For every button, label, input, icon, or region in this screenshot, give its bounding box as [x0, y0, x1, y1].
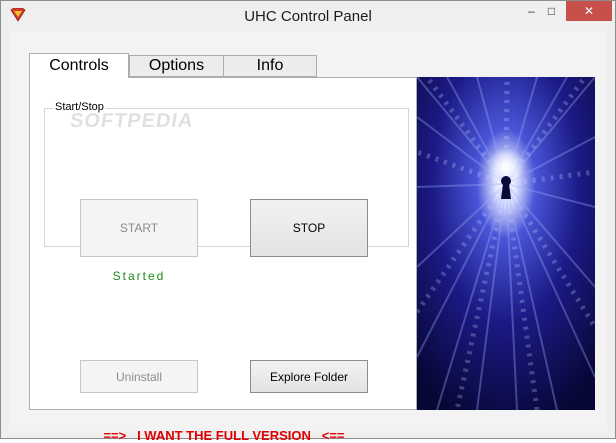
- binary-tunnel-banner: [417, 77, 595, 410]
- client-area: Controls Options Info Start/Stop START S…: [9, 31, 607, 443]
- uninstall-button[interactable]: Uninstall: [80, 360, 198, 393]
- app-window: UHC Control Panel – □ ✕ Controls Options…: [0, 0, 616, 443]
- close-button[interactable]: ✕: [566, 1, 612, 21]
- full-version-link[interactable]: ==> I WANT THE FULL VERSION <==: [30, 428, 418, 443]
- controls-panel: Start/Stop START STOP Started Uninstall …: [29, 77, 417, 443]
- status-text: Started: [112, 269, 166, 283]
- title-bar[interactable]: UHC Control Panel – □ ✕: [1, 1, 615, 31]
- tab-controls[interactable]: Controls: [29, 53, 129, 78]
- tab-info[interactable]: Info: [223, 55, 317, 77]
- binary-tunnel-image: [417, 77, 595, 410]
- softpedia-watermark: SOFTPEDIA: [68, 110, 196, 132]
- stop-button[interactable]: STOP: [250, 199, 368, 257]
- tab-options[interactable]: Options: [129, 55, 224, 77]
- start-button[interactable]: START: [80, 199, 198, 257]
- explore-folder-button[interactable]: Explore Folder: [250, 360, 368, 393]
- maximize-button[interactable]: □: [538, 1, 565, 21]
